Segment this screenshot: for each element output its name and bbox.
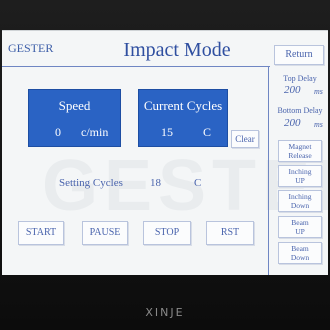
bottom-delay-input[interactable]: 200 [284, 117, 301, 129]
beam-up-line1: Beam [291, 218, 309, 227]
start-button[interactable]: START [18, 221, 64, 245]
speed-title: Speed [58, 98, 91, 113]
current-cycles-value: 15 [161, 125, 173, 139]
page-title: Impact Mode [123, 39, 231, 61]
brand-label: GESTER [8, 41, 54, 55]
speed-value: 0 [55, 125, 61, 139]
inching-down-button[interactable]: Inching Down [278, 190, 322, 212]
pause-button[interactable]: PAUSE [82, 221, 128, 245]
clear-button[interactable]: Clear [231, 130, 259, 148]
top-delay-input[interactable]: 200 [284, 84, 301, 96]
magnet-release-line1: Magnet [288, 142, 312, 151]
inching-down-line1: Inching [288, 192, 312, 201]
top-delay-unit: ms [314, 87, 323, 96]
beam-up-line2: UP [295, 227, 305, 236]
stop-button[interactable]: STOP [143, 221, 191, 245]
reset-button[interactable]: RST [206, 221, 254, 245]
setting-cycles-input[interactable]: 18 [150, 177, 161, 189]
speed-panel: Speed 0 c/min [28, 89, 121, 147]
inching-up-line1: Inching [288, 167, 312, 176]
speed-unit: c/min [81, 125, 109, 139]
inching-down-line2: Down [290, 201, 310, 210]
beam-up-button[interactable]: Beam UP [278, 216, 322, 238]
beam-down-line1: Beam [291, 244, 309, 253]
magnet-release-button[interactable]: Magnet Release [278, 140, 322, 162]
title-divider [2, 66, 270, 67]
sidebar-divider [268, 67, 269, 275]
touch-screen: GESTER GESTER Impact Mode Return Speed 0… [2, 30, 328, 275]
inching-up-line2: UP [295, 176, 305, 185]
current-cycles-panel: Current Cycles 15 C [138, 89, 228, 147]
bottom-delay-unit: ms [314, 120, 323, 129]
top-delay-label: Top Delay [283, 74, 317, 83]
bottom-delay-label: Bottom Delay [277, 106, 323, 115]
current-cycles-title: Current Cycles [143, 98, 223, 113]
setting-cycles-unit: C [194, 177, 202, 189]
beam-down-line2: Down [290, 253, 310, 262]
return-button[interactable]: Return [274, 45, 324, 65]
device-brand-logo: XINJE [145, 306, 185, 319]
inching-up-button[interactable]: Inching UP [278, 165, 322, 187]
beam-down-button[interactable]: Beam Down [278, 242, 322, 264]
setting-cycles-label: Setting Cycles [59, 177, 123, 189]
current-cycles-unit: C [203, 125, 212, 139]
magnet-release-line2: Release [288, 151, 312, 160]
